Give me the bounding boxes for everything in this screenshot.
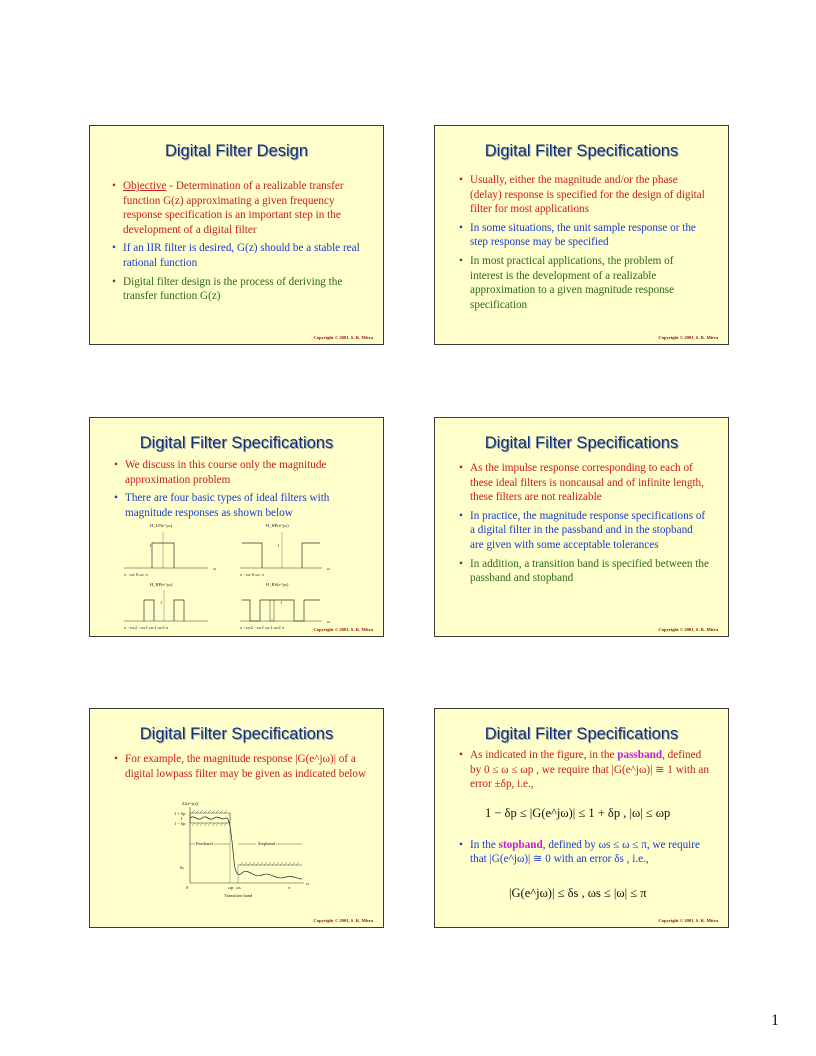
pi-label: π [288, 885, 291, 890]
response-curve [189, 816, 303, 880]
bullet-text: In most practical applications, the prob… [470, 254, 675, 311]
bullet-list: Usually, either the magnitude and/or the… [459, 173, 709, 316]
slide-2: Digital Filter Specifications Usually, e… [434, 125, 729, 345]
bullet-text: In the [470, 838, 499, 851]
stopband-hatch [239, 861, 300, 866]
lp-one: 1 [149, 543, 151, 548]
hp-one: 1 [277, 543, 279, 548]
bullet-item: In the stopband, defined by ωs ≤ ω ≤ π, … [459, 838, 714, 867]
bullet-text: Digital filter design is the process of … [123, 275, 343, 303]
slide-title: Digital Filter Specifications [139, 725, 334, 743]
copyright: Copyright © 2001, S. K. Mitra [313, 918, 373, 923]
zero-label: 0 [186, 885, 189, 890]
lowpass-spec-figure: |G(e^jω)| 1 + δp 1 1 − δp δs Passband St… [174, 801, 309, 898]
stopband-label: Stopband [258, 841, 276, 846]
slide-4: Digital Filter Specifications As the imp… [434, 417, 729, 637]
bullet-text: As the impulse response corresponding to… [470, 462, 704, 504]
slide-title: Digital Filter Specifications [484, 434, 679, 452]
bullet-text: In some situations, the unit sample resp… [470, 221, 696, 249]
ds-label: δs [180, 865, 184, 870]
copyright: Copyright © 2001, S. K. Mitra [313, 627, 373, 632]
slide-5: Digital Filter Specifications For exampl… [89, 708, 384, 928]
bullet-item: Objective - Determination of a realizabl… [112, 179, 367, 237]
bullet-item: In practice, the magnitude response spec… [459, 509, 709, 553]
passband-lower-hatch [191, 822, 228, 827]
lp-omega: ω [213, 566, 216, 571]
bullet-text: As indicated in the figure, in the [470, 749, 618, 761]
bs-ticks: π −ωc2 −ωc1 ωc1 ωc2 π [240, 625, 285, 630]
bullet-list: For example, the magnitude response |G(e… [114, 752, 372, 785]
bullet-item: We discuss in this course only the magni… [114, 458, 364, 487]
gain-axis-label: |G(e^jω)| [182, 801, 198, 806]
bullet-text: Usually, either the magnitude and/or the… [470, 174, 705, 216]
lp-ticks: π −ωc 0 ωc π [124, 572, 148, 577]
bullet-list: Objective - Determination of a realizabl… [112, 179, 367, 308]
passband-label: Passband [196, 841, 213, 846]
ws-label: ωs [236, 885, 241, 890]
bullet-item: In some situations, the unit sample resp… [459, 221, 709, 250]
bullet-item: There are four basic types of ideal filt… [114, 491, 364, 520]
slide-title: Digital Filter Specifications [484, 142, 679, 160]
passband-term: passband [617, 749, 663, 761]
bs-label: H_BS(e^jω) [266, 582, 289, 587]
bullet-text: If an IIR filter is desired, G(z) should… [123, 242, 360, 269]
bullet-item: As indicated in the figure, in the passb… [459, 748, 714, 792]
copyright: Copyright © 2001, S. K. Mitra [658, 627, 718, 632]
hp-response-right [301, 542, 320, 568]
bs-one: 1 [280, 600, 282, 605]
copyright: Copyright © 2001, S. K. Mitra [658, 918, 718, 923]
bullet-item: Digital filter design is the process of … [112, 275, 367, 304]
bp-response-right [173, 599, 185, 621]
objective-label: Objective [123, 180, 167, 192]
hp-response-left [242, 542, 263, 568]
bullet-text: There are four basic types of ideal filt… [125, 492, 330, 519]
hp-label: H_HP(e^jω) [266, 523, 289, 528]
bullet-item: Usually, either the magnitude and/or the… [459, 173, 709, 217]
bs-omega: ω [327, 619, 330, 624]
hp-ticks: π −ωc 0 ωc π [240, 572, 264, 577]
passband-inequality: 1 − δp ≤ |G(e^jω)| ≤ 1 + δp , |ω| ≤ ωp [485, 806, 671, 820]
bullet-text: For example, the magnitude response |G(e… [125, 753, 367, 780]
omega-label: ω [306, 881, 309, 886]
stopband-term: stopband [498, 838, 543, 851]
copyright: Copyright © 2001, S. K. Mitra [313, 335, 373, 340]
bp-label: H_BP(e^jω) [150, 582, 173, 587]
lp-label: H_LP(e^jω) [150, 523, 173, 528]
bullet-list: As the impulse response corresponding to… [459, 461, 709, 590]
bullet-item: If an IIR filter is desired, G(z) should… [112, 241, 367, 270]
slide-title: Digital Filter Design [164, 142, 309, 160]
wp-label: ωp [228, 885, 234, 890]
bs-response-mid [269, 600, 275, 622]
bp-ticks: π −ωc2 −ωc1 ωc1 ωc2 π [124, 625, 169, 630]
bullet-item: In most practical applications, the prob… [459, 254, 709, 312]
copyright: Copyright © 2001, S. K. Mitra [658, 335, 718, 340]
slide-3: Digital Filter Specifications We discuss… [89, 417, 384, 637]
passband-upper-hatch [191, 809, 228, 814]
bullet-list: We discuss in this course only the magni… [114, 458, 364, 524]
bullet-item: In addition, a transition band is specif… [459, 557, 709, 586]
bullet-item: As the impulse response corresponding to… [459, 461, 709, 505]
bullet-text: We discuss in this course only the magni… [125, 459, 327, 486]
slide-title: Digital Filter Specifications [484, 725, 679, 743]
ideal-filters-figure: H_LP(e^jω) 1 π −ωc 0 ωc π ω H_HP(e^jω) 1… [124, 523, 330, 630]
bp-one: 1 [160, 600, 162, 605]
transition-label: Transition band [224, 893, 253, 898]
slide-title: Digital Filter Specifications [139, 434, 334, 452]
bullet-text: In addition, a transition band is specif… [470, 557, 709, 585]
bullet-item: For example, the magnitude response |G(e… [114, 752, 372, 781]
hp-omega: ω [327, 566, 330, 571]
slide-1: Digital Filter Design Objective - Determ… [89, 125, 384, 345]
one-minus-dp: 1 − δp [174, 821, 186, 826]
bullet-text: In practice, the magnitude response spec… [470, 509, 706, 551]
stopband-inequality: |G(e^jω)| ≤ δs , ωs ≤ |ω| ≤ π [509, 886, 647, 900]
page-number: 1 [771, 1012, 779, 1029]
bp-response-left [143, 599, 155, 621]
slide-6: Digital Filter Specifications As indicat… [434, 708, 729, 928]
